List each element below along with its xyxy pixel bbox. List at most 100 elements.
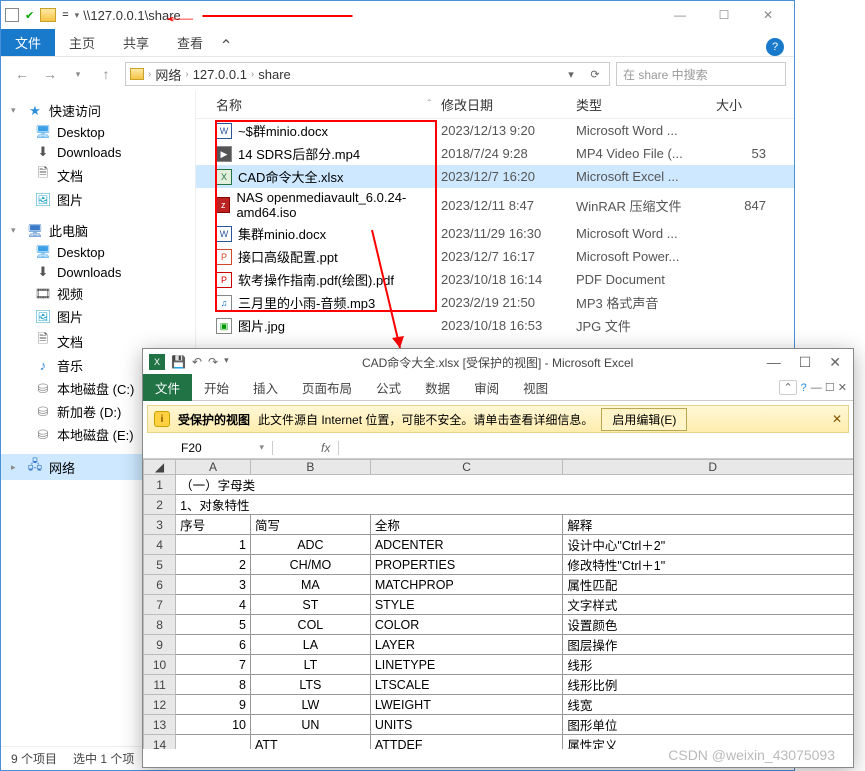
row-header[interactable]: 8: [144, 615, 176, 635]
cell[interactable]: （一）字母类: [176, 475, 853, 495]
col-header[interactable]: A: [176, 460, 251, 475]
enable-editing-button[interactable]: 启用编辑(E): [601, 408, 687, 431]
close-button[interactable]: ✕: [746, 1, 790, 29]
cell[interactable]: LA: [250, 635, 370, 655]
nav-history-dropdown[interactable]: ▾: [65, 62, 91, 86]
breadcrumb-item[interactable]: 网络: [155, 65, 181, 84]
qat-check-icon[interactable]: ✔: [25, 9, 34, 22]
cell[interactable]: LW: [250, 695, 370, 715]
tab-file[interactable]: 文件: [143, 374, 192, 401]
cell[interactable]: 设计中心"Ctrl＋2": [563, 535, 853, 555]
cell[interactable]: 解释: [563, 515, 853, 535]
breadcrumb-item[interactable]: share: [258, 67, 291, 82]
row-header[interactable]: 2: [144, 495, 176, 515]
cell[interactable]: MATCHPROP: [370, 575, 563, 595]
cell[interactable]: LAYER: [370, 635, 563, 655]
column-type[interactable]: 类型: [576, 95, 716, 114]
col-header[interactable]: B: [250, 460, 370, 475]
ribbon-min-icon[interactable]: ⌃: [779, 380, 796, 395]
file-row[interactable]: XCAD命令大全.xlsx2023/12/7 16:20Microsoft Ex…: [196, 165, 794, 188]
row-header[interactable]: 7: [144, 595, 176, 615]
cell[interactable]: 线宽: [563, 695, 853, 715]
nav-back-button[interactable]: ←: [9, 62, 35, 86]
tab-home[interactable]: 主页: [55, 29, 109, 56]
file-row[interactable]: ▶14 SDRS后部分.mp42018/7/24 9:28MP4 Video F…: [196, 142, 794, 165]
cell[interactable]: 3: [176, 575, 251, 595]
col-header[interactable]: D: [563, 460, 853, 475]
cell[interactable]: 全称: [370, 515, 563, 535]
file-row[interactable]: zNAS openmediavault_6.0.24-amd64.iso2023…: [196, 188, 794, 222]
warn-message[interactable]: 此文件源自 Internet 位置，可能不安全。请单击查看详细信息。: [258, 411, 593, 428]
breadcrumb-item[interactable]: 127.0.0.1: [193, 67, 247, 82]
maximize-button[interactable]: ☐: [799, 354, 812, 371]
row-header[interactable]: 3: [144, 515, 176, 535]
row-header[interactable]: 5: [144, 555, 176, 575]
tab-view[interactable]: 视图: [511, 374, 560, 401]
cell[interactable]: COLOR: [370, 615, 563, 635]
explorer-titlebar[interactable]: ✔ = ▾ \\127.0.0.1\share — ☐ ✕: [1, 1, 794, 29]
cell[interactable]: LWEIGHT: [370, 695, 563, 715]
row-header[interactable]: 1: [144, 475, 176, 495]
qat-dropdown-icon[interactable]: ▾: [75, 10, 80, 21]
tab-insert[interactable]: 插入: [241, 374, 290, 401]
row-header[interactable]: 9: [144, 635, 176, 655]
cell[interactable]: 10: [176, 715, 251, 735]
sidebar-downloads[interactable]: ⬇Downloads: [1, 262, 195, 282]
row-header[interactable]: 10: [144, 655, 176, 675]
cell[interactable]: LTS: [250, 675, 370, 695]
cell[interactable]: ADCENTER: [370, 535, 563, 555]
qat-folder-icon[interactable]: [40, 8, 56, 22]
window-controls[interactable]: — ☐ ✕: [811, 381, 847, 394]
cell[interactable]: 简写: [250, 515, 370, 535]
row-header[interactable]: 12: [144, 695, 176, 715]
cell[interactable]: 5: [176, 615, 251, 635]
cell[interactable]: ADC: [250, 535, 370, 555]
column-date[interactable]: 修改日期: [441, 95, 576, 114]
cell[interactable]: 图形单位: [563, 715, 853, 735]
tab-view[interactable]: 查看: [163, 29, 217, 56]
row-header[interactable]: 4: [144, 535, 176, 555]
row-header[interactable]: 6: [144, 575, 176, 595]
tab-file[interactable]: 文件: [1, 29, 55, 56]
sidebar-desktop[interactable]: 🖥Desktop: [1, 122, 195, 142]
cell[interactable]: 文字样式: [563, 595, 853, 615]
sidebar-documents[interactable]: 🗎文档: [1, 162, 195, 188]
row-header[interactable]: 11: [144, 675, 176, 695]
cell[interactable]: ST: [250, 595, 370, 615]
cell[interactable]: ATTDEF: [370, 735, 563, 750]
close-icon[interactable]: ✕: [832, 412, 842, 426]
minimize-button[interactable]: —: [767, 354, 781, 371]
cell[interactable]: UNITS: [370, 715, 563, 735]
spreadsheet-grid[interactable]: ◢ABCD1（一）字母类21、对象特性3序号简写全称解释41ADCADCENTE…: [143, 459, 853, 749]
cell[interactable]: STYLE: [370, 595, 563, 615]
cell[interactable]: 4: [176, 595, 251, 615]
cell[interactable]: 8: [176, 675, 251, 695]
cell[interactable]: 序号: [176, 515, 251, 535]
help-icon[interactable]: ?: [766, 38, 784, 56]
tab-layout[interactable]: 页面布局: [290, 374, 364, 401]
cell[interactable]: 1、对象特性: [176, 495, 853, 515]
search-input[interactable]: 在 share 中搜索: [616, 62, 786, 86]
cell[interactable]: 属性匹配: [563, 575, 853, 595]
help-icon[interactable]: ?: [801, 382, 807, 394]
cell[interactable]: 9: [176, 695, 251, 715]
cell[interactable]: UN: [250, 715, 370, 735]
cell[interactable]: 2: [176, 555, 251, 575]
redo-icon[interactable]: ↷: [208, 355, 218, 369]
column-size[interactable]: 大小: [716, 95, 766, 114]
name-box[interactable]: F20▾: [173, 441, 273, 455]
tab-data[interactable]: 数据: [413, 374, 462, 401]
sidebar-videos[interactable]: 🎞视频: [1, 282, 195, 305]
file-row[interactable]: P接口高级配置.ppt2023/12/7 16:17Microsoft Powe…: [196, 245, 794, 268]
cell[interactable]: CH/MO: [250, 555, 370, 575]
tab-home[interactable]: 开始: [192, 374, 241, 401]
sidebar-pictures[interactable]: 🖼图片: [1, 305, 195, 328]
cell[interactable]: 图层操作: [563, 635, 853, 655]
cell[interactable]: PROPERTIES: [370, 555, 563, 575]
nav-forward-button[interactable]: →: [37, 62, 63, 86]
sidebar-this-pc[interactable]: ▾🖥此电脑: [1, 219, 195, 242]
cell[interactable]: LINETYPE: [370, 655, 563, 675]
ribbon-expand-icon[interactable]: ⌃: [217, 36, 235, 56]
address-bar[interactable]: › 网络 › 127.0.0.1 › share ▾ ⟳: [125, 62, 610, 86]
excel-titlebar[interactable]: X 💾 ↶ ↷ ▾ CAD命令大全.xlsx [受保护的视图] - Micros…: [143, 349, 853, 375]
